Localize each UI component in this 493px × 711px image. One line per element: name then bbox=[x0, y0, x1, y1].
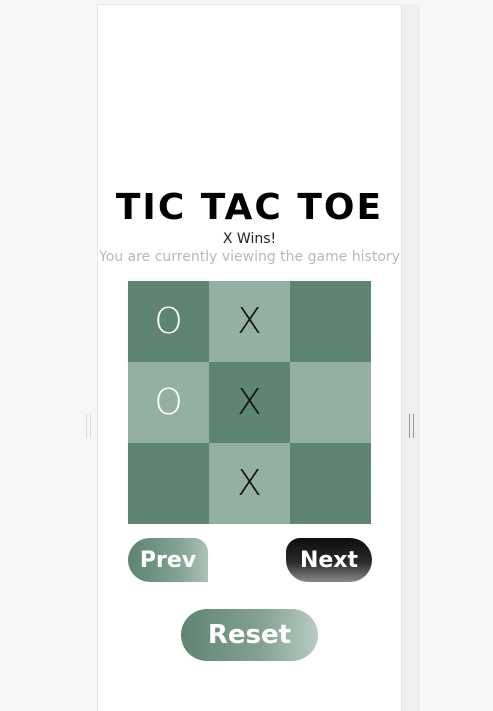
cell-mark: X bbox=[237, 382, 262, 423]
left-resize-handle[interactable] bbox=[86, 414, 91, 438]
side-strip bbox=[402, 4, 420, 711]
next-button[interactable]: Next bbox=[286, 538, 372, 582]
board-cell[interactable] bbox=[128, 443, 209, 524]
cell-mark: O bbox=[154, 301, 183, 342]
cell-mark: O bbox=[154, 382, 183, 423]
board-cell[interactable] bbox=[290, 362, 371, 443]
game-board: O X O X X bbox=[128, 281, 371, 524]
cell-mark: X bbox=[237, 301, 262, 342]
game-title: TIC TAC TOE bbox=[115, 187, 384, 228]
board-cell[interactable] bbox=[290, 281, 371, 362]
cell-mark: X bbox=[237, 463, 262, 504]
board-cell[interactable]: O bbox=[128, 281, 209, 362]
board-cell[interactable]: X bbox=[209, 281, 290, 362]
right-resize-handle[interactable] bbox=[409, 414, 414, 438]
board-cell[interactable]: X bbox=[209, 362, 290, 443]
board-cell[interactable]: X bbox=[209, 443, 290, 524]
game-status: X Wins! bbox=[222, 231, 277, 247]
board-cell[interactable] bbox=[290, 443, 371, 524]
board-cell[interactable]: O bbox=[128, 362, 209, 443]
reset-button[interactable]: Reset bbox=[181, 609, 318, 661]
prev-button[interactable]: Prev bbox=[128, 538, 208, 582]
viewport: TIC TAC TOE X Wins! You are currently vi… bbox=[0, 0, 493, 711]
history-notice: You are currently viewing the game histo… bbox=[99, 249, 400, 265]
